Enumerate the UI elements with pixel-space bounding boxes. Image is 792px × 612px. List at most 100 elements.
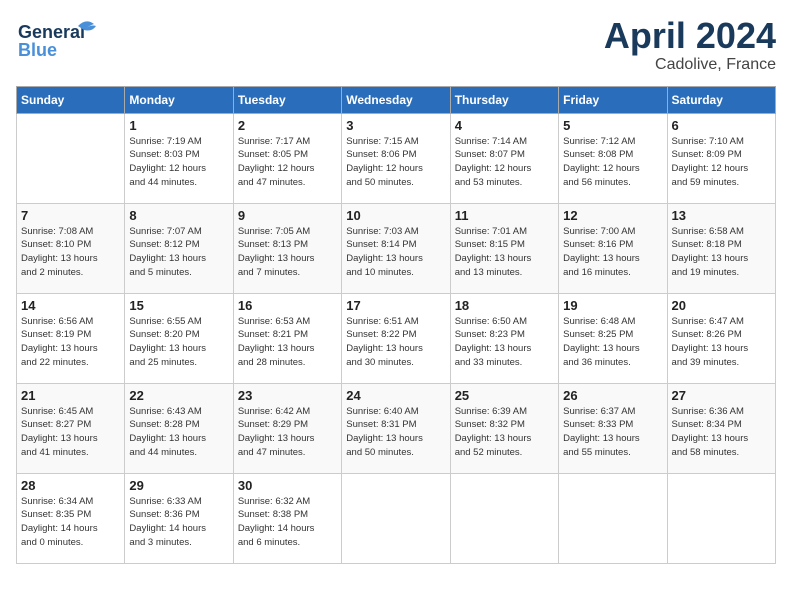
col-header-thursday: Thursday [450, 86, 558, 113]
day-info: Sunrise: 6:47 AM Sunset: 8:26 PM Dayligh… [672, 315, 771, 370]
day-info: Sunrise: 7:12 AM Sunset: 8:08 PM Dayligh… [563, 135, 662, 190]
day-info: Sunrise: 7:01 AM Sunset: 8:15 PM Dayligh… [455, 225, 554, 280]
day-info: Sunrise: 6:32 AM Sunset: 8:38 PM Dayligh… [238, 495, 337, 550]
day-number: 26 [563, 388, 662, 403]
day-number: 21 [21, 388, 120, 403]
day-info: Sunrise: 6:33 AM Sunset: 8:36 PM Dayligh… [129, 495, 228, 550]
calendar-table: SundayMondayTuesdayWednesdayThursdayFrid… [16, 86, 776, 564]
day-cell: 28Sunrise: 6:34 AM Sunset: 8:35 PM Dayli… [17, 473, 125, 563]
day-cell: 11 Sunrise: 7:01 AM Sunset: 8:15 PM Dayli… [450, 203, 558, 293]
week-row-1: 1Sunrise: 7:19 AM Sunset: 8:03 PM Daylig… [17, 113, 776, 203]
day-number: 3 [346, 118, 445, 133]
week-row-3: 14Sunrise: 6:56 AM Sunset: 8:19 PM Dayli… [17, 293, 776, 383]
day-info: Sunrise: 7:10 AM Sunset: 8:09 PM Dayligh… [672, 135, 771, 190]
day-cell: 3 Sunrise: 7:15 AM Sunset: 8:06 PM Daylig… [342, 113, 450, 203]
day-number: 22 [129, 388, 228, 403]
day-cell: 26 Sunrise: 6:37 AM Sunset: 8:33 PM Dayli… [559, 383, 667, 473]
day-info: Sunrise: 6:48 AM Sunset: 8:25 PM Dayligh… [563, 315, 662, 370]
day-info: Sunrise: 7:19 AM Sunset: 8:03 PM Dayligh… [129, 135, 228, 190]
title-block: April 2024 Cadolive, France [604, 16, 776, 74]
day-number: 27 [672, 388, 771, 403]
week-row-4: 21 Sunrise: 6:45 AM Sunset: 8:27 PM Dayli… [17, 383, 776, 473]
day-number: 16 [238, 298, 337, 313]
day-cell: 22 Sunrise: 6:43 AM Sunset: 8:28 PM Dayli… [125, 383, 233, 473]
day-cell: 15 Sunrise: 6:55 AM Sunset: 8:20 PM Dayli… [125, 293, 233, 383]
day-info: Sunrise: 6:36 AM Sunset: 8:34 PM Dayligh… [672, 405, 771, 460]
day-cell [342, 473, 450, 563]
day-cell: 4 Sunrise: 7:14 AM Sunset: 8:07 PM Daylig… [450, 113, 558, 203]
day-number: 13 [672, 208, 771, 223]
week-row-5: 28Sunrise: 6:34 AM Sunset: 8:35 PM Dayli… [17, 473, 776, 563]
day-cell: 24 Sunrise: 6:40 AM Sunset: 8:31 PM Dayli… [342, 383, 450, 473]
day-number: 10 [346, 208, 445, 223]
day-number: 6 [672, 118, 771, 133]
page-header: General Blue April 2024 Cadolive, France [16, 16, 776, 74]
logo-svg: General Blue [16, 16, 106, 60]
day-number: 28 [21, 478, 120, 493]
day-cell: 23 Sunrise: 6:42 AM Sunset: 8:29 PM Dayli… [233, 383, 341, 473]
day-cell: 19 Sunrise: 6:48 AM Sunset: 8:25 PM Dayli… [559, 293, 667, 383]
day-cell [17, 113, 125, 203]
day-number: 30 [238, 478, 337, 493]
day-info: Sunrise: 6:40 AM Sunset: 8:31 PM Dayligh… [346, 405, 445, 460]
day-number: 24 [346, 388, 445, 403]
day-number: 20 [672, 298, 771, 313]
day-number: 18 [455, 298, 554, 313]
day-number: 2 [238, 118, 337, 133]
week-row-2: 7 Sunrise: 7:08 AM Sunset: 8:10 PM Daylig… [17, 203, 776, 293]
day-info: Sunrise: 7:05 AM Sunset: 8:13 PM Dayligh… [238, 225, 337, 280]
col-header-wednesday: Wednesday [342, 86, 450, 113]
col-header-friday: Friday [559, 86, 667, 113]
day-cell: 1Sunrise: 7:19 AM Sunset: 8:03 PM Daylig… [125, 113, 233, 203]
logo: General Blue [16, 16, 106, 60]
col-header-monday: Monday [125, 86, 233, 113]
day-number: 23 [238, 388, 337, 403]
day-info: Sunrise: 6:42 AM Sunset: 8:29 PM Dayligh… [238, 405, 337, 460]
day-number: 9 [238, 208, 337, 223]
day-cell: 9 Sunrise: 7:05 AM Sunset: 8:13 PM Daylig… [233, 203, 341, 293]
day-info: Sunrise: 7:03 AM Sunset: 8:14 PM Dayligh… [346, 225, 445, 280]
day-cell: 27 Sunrise: 6:36 AM Sunset: 8:34 PM Dayli… [667, 383, 775, 473]
day-info: Sunrise: 6:58 AM Sunset: 8:18 PM Dayligh… [672, 225, 771, 280]
day-cell: 21 Sunrise: 6:45 AM Sunset: 8:27 PM Dayli… [17, 383, 125, 473]
day-info: Sunrise: 7:08 AM Sunset: 8:10 PM Dayligh… [21, 225, 120, 280]
day-info: Sunrise: 6:37 AM Sunset: 8:33 PM Dayligh… [563, 405, 662, 460]
day-info: Sunrise: 6:51 AM Sunset: 8:22 PM Dayligh… [346, 315, 445, 370]
col-header-sunday: Sunday [17, 86, 125, 113]
day-cell: 18Sunrise: 6:50 AM Sunset: 8:23 PM Dayli… [450, 293, 558, 383]
day-number: 11 [455, 208, 554, 223]
header-row: SundayMondayTuesdayWednesdayThursdayFrid… [17, 86, 776, 113]
day-number: 19 [563, 298, 662, 313]
day-cell: 29 Sunrise: 6:33 AM Sunset: 8:36 PM Dayli… [125, 473, 233, 563]
day-cell: 7 Sunrise: 7:08 AM Sunset: 8:10 PM Daylig… [17, 203, 125, 293]
day-cell: 25Sunrise: 6:39 AM Sunset: 8:32 PM Dayli… [450, 383, 558, 473]
month-title: April 2024 [604, 16, 776, 56]
day-cell: 2 Sunrise: 7:17 AM Sunset: 8:05 PM Daylig… [233, 113, 341, 203]
day-cell: 17Sunrise: 6:51 AM Sunset: 8:22 PM Dayli… [342, 293, 450, 383]
col-header-saturday: Saturday [667, 86, 775, 113]
day-info: Sunrise: 6:45 AM Sunset: 8:27 PM Dayligh… [21, 405, 120, 460]
day-cell: 5 Sunrise: 7:12 AM Sunset: 8:08 PM Daylig… [559, 113, 667, 203]
day-cell: 10 Sunrise: 7:03 AM Sunset: 8:14 PM Dayli… [342, 203, 450, 293]
day-number: 15 [129, 298, 228, 313]
day-info: Sunrise: 6:55 AM Sunset: 8:20 PM Dayligh… [129, 315, 228, 370]
day-number: 25 [455, 388, 554, 403]
day-cell: 20 Sunrise: 6:47 AM Sunset: 8:26 PM Dayli… [667, 293, 775, 383]
svg-text:General: General [18, 22, 85, 42]
day-info: Sunrise: 6:56 AM Sunset: 8:19 PM Dayligh… [21, 315, 120, 370]
day-number: 29 [129, 478, 228, 493]
day-cell: 16 Sunrise: 6:53 AM Sunset: 8:21 PM Dayli… [233, 293, 341, 383]
day-cell: 12Sunrise: 7:00 AM Sunset: 8:16 PM Dayli… [559, 203, 667, 293]
day-cell: 6 Sunrise: 7:10 AM Sunset: 8:09 PM Daylig… [667, 113, 775, 203]
day-info: Sunrise: 7:17 AM Sunset: 8:05 PM Dayligh… [238, 135, 337, 190]
day-number: 8 [129, 208, 228, 223]
day-info: Sunrise: 7:14 AM Sunset: 8:07 PM Dayligh… [455, 135, 554, 190]
day-info: Sunrise: 6:53 AM Sunset: 8:21 PM Dayligh… [238, 315, 337, 370]
day-cell [450, 473, 558, 563]
day-info: Sunrise: 6:43 AM Sunset: 8:28 PM Dayligh… [129, 405, 228, 460]
day-number: 7 [21, 208, 120, 223]
day-info: Sunrise: 7:15 AM Sunset: 8:06 PM Dayligh… [346, 135, 445, 190]
day-number: 12 [563, 208, 662, 223]
day-number: 5 [563, 118, 662, 133]
day-number: 4 [455, 118, 554, 133]
